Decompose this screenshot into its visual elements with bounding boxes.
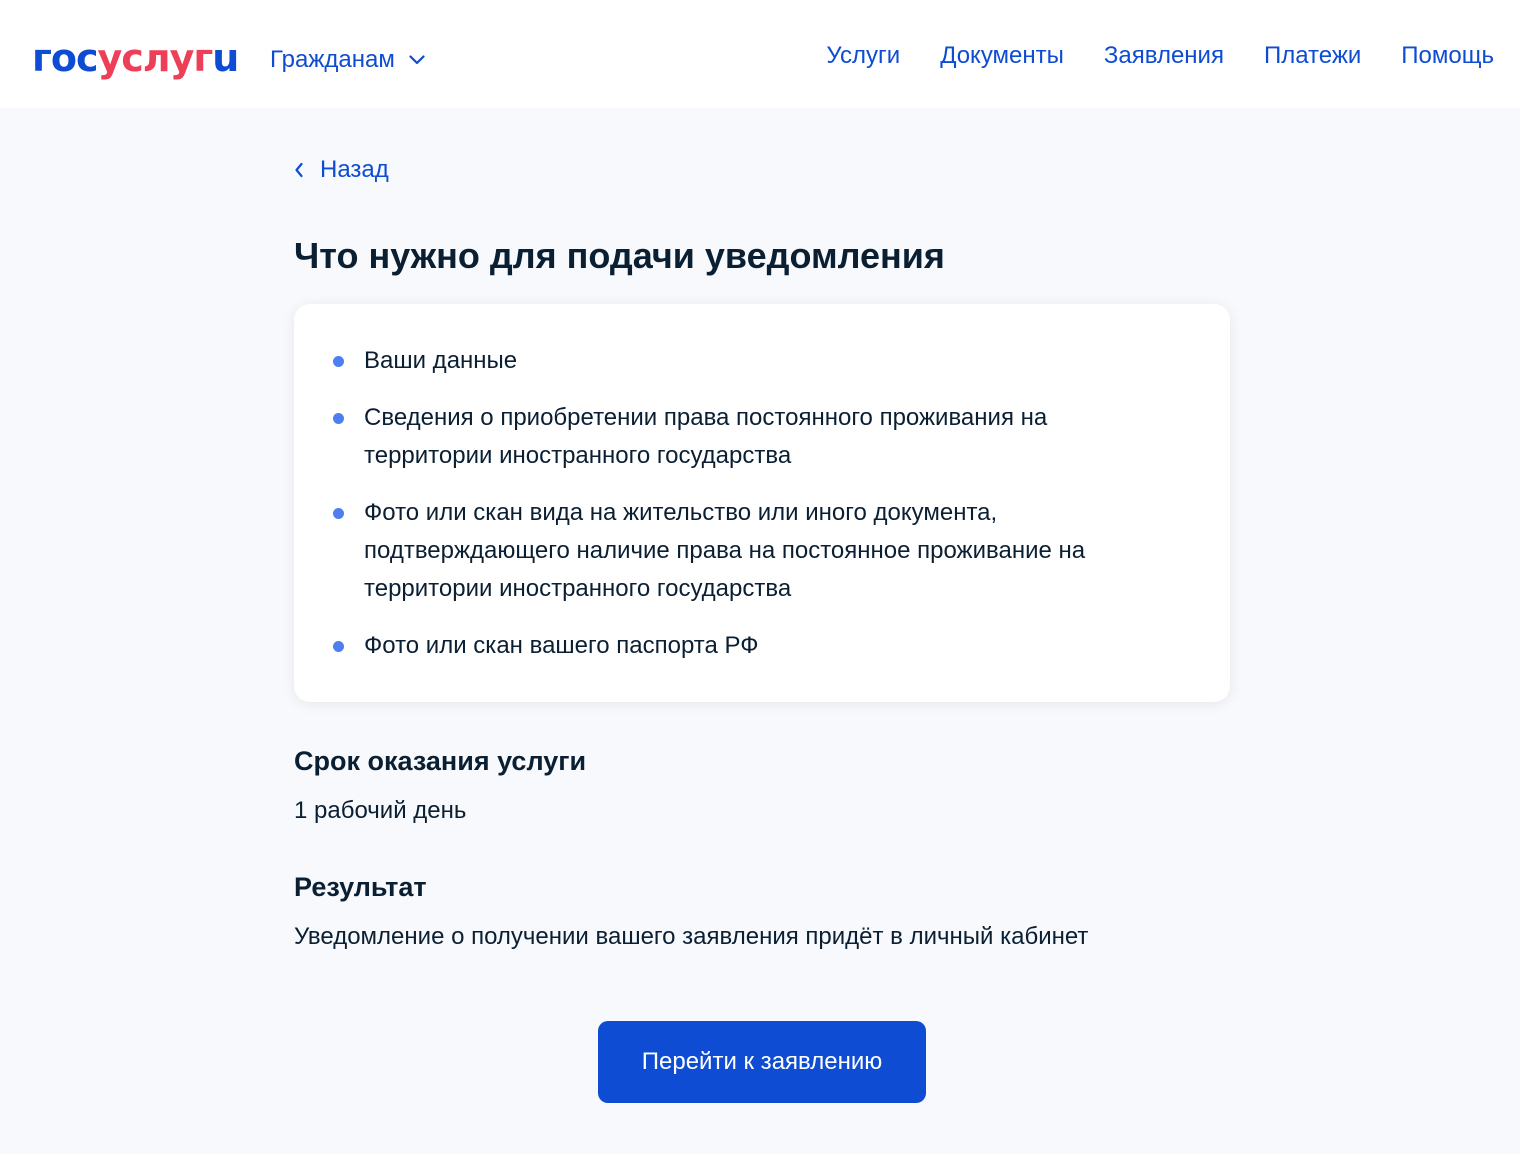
requirement-text: Фото или скан вашего паспорта РФ [364,632,759,659]
nav-payments[interactable]: Платежи [1264,40,1361,72]
nav-applications[interactable]: Заявления [1104,40,1224,72]
site-header: госуслугu Гражданам Услуги Документы Зая… [0,0,1520,108]
logo-part-gos: гос [32,36,98,80]
nav-uslugi[interactable]: Услуги [826,40,900,72]
chevron-left-icon [295,162,303,178]
requirements-card: Ваши данные Сведения о приобретении прав… [294,304,1230,702]
nav-help[interactable]: Помощь [1401,40,1494,72]
bullet-dot-icon [333,356,344,367]
requirement-text: Фото или скан вида на жительство или ино… [364,499,1086,602]
requirement-text: Ваши данные [364,347,518,374]
bullet-dot-icon [333,641,344,652]
nav-documents[interactable]: Документы [940,40,1064,72]
chevron-down-icon [409,55,425,65]
go-to-application-button[interactable]: Перейти к заявлению [598,1021,926,1103]
requirements-list: Ваши данные Сведения о приобретении прав… [330,342,1170,665]
duration-title: Срок оказания услуги [294,746,587,776]
logo-part-uslugi: услуг [97,36,214,80]
list-item: Сведения о приобретении права постоянног… [330,399,1170,475]
result-title: Результат [294,872,427,902]
duration-text: 1 рабочий день [294,797,467,824]
list-item: Фото или скан вашего паспорта РФ [330,627,1170,665]
page-title: Что нужно для подачи уведомления [294,235,945,276]
logo-part-u: u [212,36,239,80]
requirement-text: Сведения о приобретении права постоянног… [364,404,1048,469]
bullet-dot-icon [333,508,344,519]
audience-label: Гражданам [270,46,395,73]
list-item: Фото или скан вида на жительство или ино… [330,494,1170,608]
list-item: Ваши данные [330,342,1170,380]
audience-dropdown[interactable]: Гражданам [270,44,425,76]
gosuslugi-logo[interactable]: госуслугu [32,34,239,82]
back-label: Назад [320,156,389,183]
back-link[interactable]: Назад [294,154,389,186]
result-text: Уведомление о получении вашего заявления… [294,923,1089,950]
bullet-dot-icon [333,413,344,424]
main-nav: Услуги Документы Заявления Платежи Помощ… [826,40,1494,72]
